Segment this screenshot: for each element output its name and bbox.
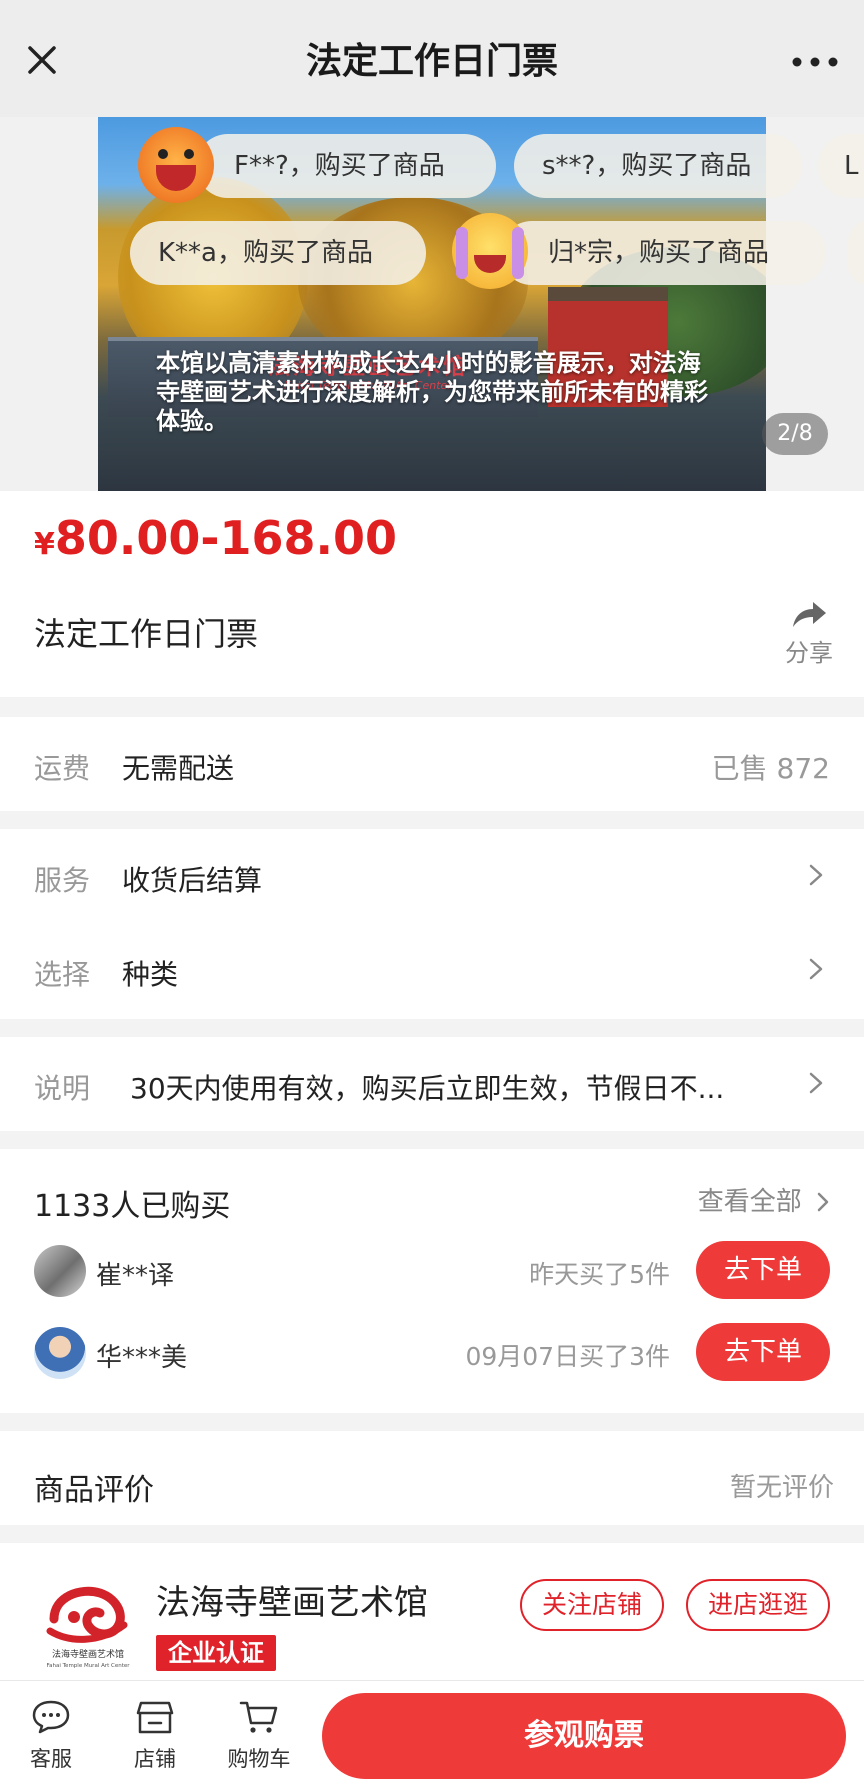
product-gallery[interactable]: 法海寺壁画艺术馆 Fahai Temple Mural Art Center 本… — [0, 117, 864, 491]
chevron-right-icon — [809, 1072, 823, 1094]
shipping-card: 运费 无需配送 已售 872 — [0, 717, 864, 811]
reviews-card[interactable]: 商品评价 暂无评价 — [0, 1431, 864, 1525]
buyers-count-title: 1133人已购买 — [34, 1189, 231, 1224]
shop-card: 法海寺壁画艺术馆 Fahai Temple Mural Art Center 法… — [0, 1543, 864, 1680]
reviews-status: 暂无评价 — [729, 1473, 834, 1503]
reviews-title: 商品评价 — [34, 1473, 154, 1508]
purchase-bubble: F**?，购买了商品 — [196, 134, 496, 198]
bottom-action-bar: 客服 店铺 购物车 参观购票 — [0, 1680, 864, 1788]
emoji-icon — [452, 213, 528, 289]
avatar — [34, 1327, 86, 1379]
buyer-name: 崔**译 — [96, 1261, 175, 1291]
sold-count: 已售 872 — [711, 752, 830, 785]
buyer-row: 华***美 09月07日买了3件 去下单 — [0, 1317, 864, 1387]
buyer-name: 华***美 — [96, 1343, 188, 1373]
options-card: 服务 收货后结算 选择 种类 — [0, 829, 864, 1019]
chevron-right-icon — [809, 958, 823, 980]
shop-name[interactable]: 法海寺壁画艺术馆 — [156, 1575, 428, 1624]
purchase-bubble: s**?，购买了商品 — [514, 134, 802, 198]
buyer-row: 崔**译 昨天买了5件 去下单 — [0, 1235, 864, 1305]
order-button[interactable]: 去下单 — [696, 1241, 830, 1299]
recent-buyers-card: 1133人已购买 查看全部 崔**译 昨天买了5件 去下单 华***美 09月0… — [0, 1149, 864, 1413]
chevron-right-icon — [817, 1192, 829, 1212]
visit-shop-button[interactable]: 进店逛逛 — [686, 1579, 830, 1631]
purchase-bubble: 归*宗，购买了商品 — [500, 221, 826, 285]
shop-logo-text: 法海寺壁画艺术馆 — [52, 1648, 124, 1660]
buyer-purchase-time: 昨天买了5件 — [529, 1260, 670, 1289]
avatar — [34, 1245, 86, 1297]
variant-select-row[interactable]: 选择 种类 — [0, 929, 864, 1009]
store-icon — [136, 1701, 174, 1734]
service-row[interactable]: 服务 收货后结算 — [0, 835, 864, 915]
tab-customer-service[interactable]: 客服 — [6, 1699, 96, 1773]
top-nav-bar: 法定工作日门票 — [0, 0, 864, 117]
shipping-row: 运费 无需配送 已售 872 — [0, 723, 864, 803]
tab-cart[interactable]: 购物车 — [214, 1699, 304, 1773]
description-row[interactable]: 说明 30天内使用有效，购买后立即生效，节假日不... — [0, 1043, 864, 1123]
description-card: 说明 30天内使用有效，购买后立即生效，节假日不... — [0, 1037, 864, 1131]
shop-logo-subtext: Fahai Temple Mural Art Center — [46, 1663, 130, 1669]
buy-ticket-button[interactable]: 参观购票 — [322, 1693, 846, 1779]
buyer-purchase-time: 09月07日买了3件 — [465, 1342, 670, 1371]
gallery-pager: 2/8 — [762, 413, 828, 455]
enterprise-cert-badge: 企业认证 — [156, 1635, 276, 1671]
shipping-value: 无需配送 — [122, 752, 235, 785]
chevron-right-icon — [809, 864, 823, 886]
purchase-bubble — [848, 221, 864, 285]
tab-store[interactable]: 店铺 — [110, 1699, 200, 1773]
emoji-icon — [138, 127, 214, 203]
cart-icon — [239, 1701, 278, 1733]
shop-logo[interactable]: 法海寺壁画艺术馆 Fahai Temple Mural Art Center — [40, 1573, 136, 1673]
shipping-key: 运费 — [34, 752, 91, 785]
share-button[interactable]: 分享 — [778, 599, 840, 668]
order-button[interactable]: 去下单 — [696, 1323, 830, 1381]
price-range: ¥80.00-168.00 — [34, 511, 397, 565]
gallery-caption: 本馆以高清素材构成长达4小时的影音展示，对法海寺壁画艺术进行深度解析，为您带来前… — [156, 349, 708, 435]
more-dots-icon[interactable] — [790, 52, 840, 72]
product-title: 法定工作日门票 — [34, 615, 259, 653]
price-card: ¥80.00-168.00 法定工作日门票 分享 — [0, 491, 864, 697]
purchase-bubble: L — [818, 134, 864, 198]
page-title: 法定工作日门票 — [305, 41, 558, 82]
purchase-bubble: K**a，购买了商品 — [130, 221, 426, 285]
share-icon — [793, 602, 826, 627]
follow-shop-button[interactable]: 关注店铺 — [520, 1579, 664, 1631]
customer-service-icon — [32, 1700, 70, 1734]
see-all-link[interactable]: 查看全部 — [698, 1181, 830, 1218]
